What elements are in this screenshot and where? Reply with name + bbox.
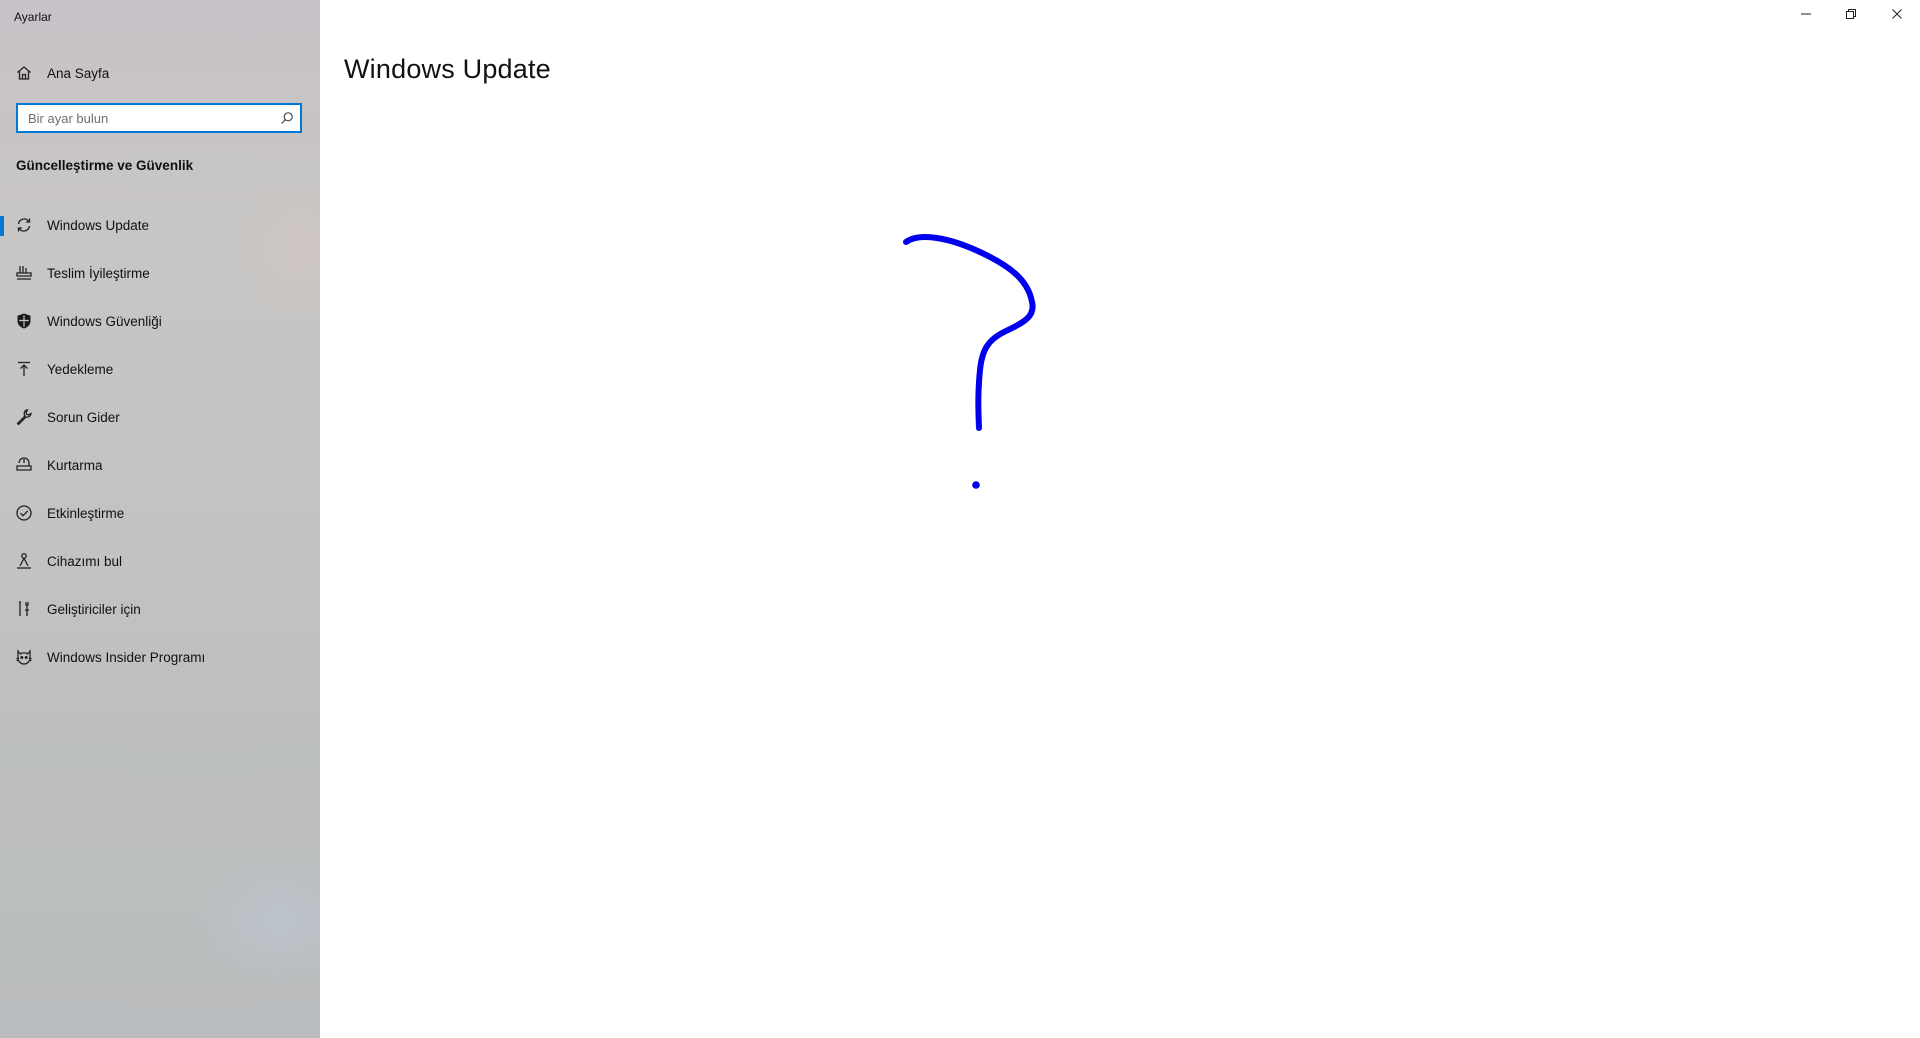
main-content: Windows Update — [320, 0, 1920, 1038]
sidebar-item-windows-update[interactable]: Windows Update — [0, 203, 320, 247]
sidebar-item-label: Yedekleme — [47, 361, 114, 377]
search-box[interactable] — [16, 103, 302, 133]
sidebar-item-delivery-optimization[interactable]: Teslim İyileştirme — [0, 251, 320, 295]
minimize-button[interactable] — [1783, 0, 1829, 32]
sidebar-item-backup[interactable]: Yedekleme — [0, 347, 320, 391]
sidebar-item-label: Etkinleştirme — [47, 505, 125, 521]
recovery-icon — [15, 456, 33, 474]
sidebar-item-find-my-device[interactable]: Cihazımı bul — [0, 539, 320, 583]
sidebar-item-label: Sorun Gider — [47, 409, 120, 425]
sidebar-item-label: Cihazımı bul — [47, 553, 123, 569]
check-circle-icon — [15, 504, 33, 522]
page-title: Windows Update — [344, 54, 551, 84]
minimize-icon — [1800, 7, 1812, 25]
home-nav-item[interactable]: Ana Sayfa — [0, 51, 320, 95]
sidebar-item-windows-insider[interactable]: Windows Insider Programı — [0, 635, 320, 679]
sidebar-item-troubleshoot[interactable]: Sorun Gider — [0, 395, 320, 439]
delivery-optimization-icon — [15, 264, 33, 282]
restore-button[interactable] — [1828, 0, 1874, 32]
developer-tools-icon — [15, 600, 33, 618]
sidebar-item-for-developers[interactable]: Geliştiriciler için — [0, 587, 320, 631]
search-input[interactable] — [28, 105, 268, 131]
sidebar-item-windows-security[interactable]: Windows Güvenliği — [0, 299, 320, 343]
insider-cat-icon — [15, 648, 33, 666]
close-button[interactable] — [1874, 0, 1920, 32]
find-device-icon — [15, 552, 33, 570]
wrench-icon — [15, 408, 33, 426]
restore-icon — [1845, 7, 1857, 25]
search-icon[interactable] — [280, 111, 294, 125]
home-icon — [15, 64, 33, 82]
sidebar: Ayarlar Ana Sayfa Güncelleştirme ve Güve… — [0, 0, 320, 1038]
section-heading: Güncelleştirme ve Güvenlik — [16, 158, 194, 173]
sidebar-item-label: Windows Update — [47, 217, 150, 233]
sidebar-item-label: Windows Insider Programı — [47, 649, 206, 665]
window-title: Ayarlar — [14, 10, 52, 24]
sidebar-item-recovery[interactable]: Kurtarma — [0, 443, 320, 487]
settings-window: Ayarlar Ana Sayfa Güncelleştirme ve Güve… — [0, 0, 1920, 1038]
sidebar-item-label: Geliştiriciler için — [47, 601, 141, 617]
refresh-icon — [15, 216, 33, 234]
sidebar-item-label: Windows Güvenliği — [47, 313, 162, 329]
sidebar-item-label: Teslim İyileştirme — [47, 265, 150, 281]
close-icon — [1891, 7, 1903, 25]
backup-arrow-icon — [15, 360, 33, 378]
home-label: Ana Sayfa — [47, 65, 110, 81]
sidebar-item-label: Kurtarma — [47, 457, 103, 473]
sidebar-item-activation[interactable]: Etkinleştirme — [0, 491, 320, 535]
hand-drawn-question-mark — [903, 234, 1036, 489]
shield-icon — [15, 312, 33, 330]
